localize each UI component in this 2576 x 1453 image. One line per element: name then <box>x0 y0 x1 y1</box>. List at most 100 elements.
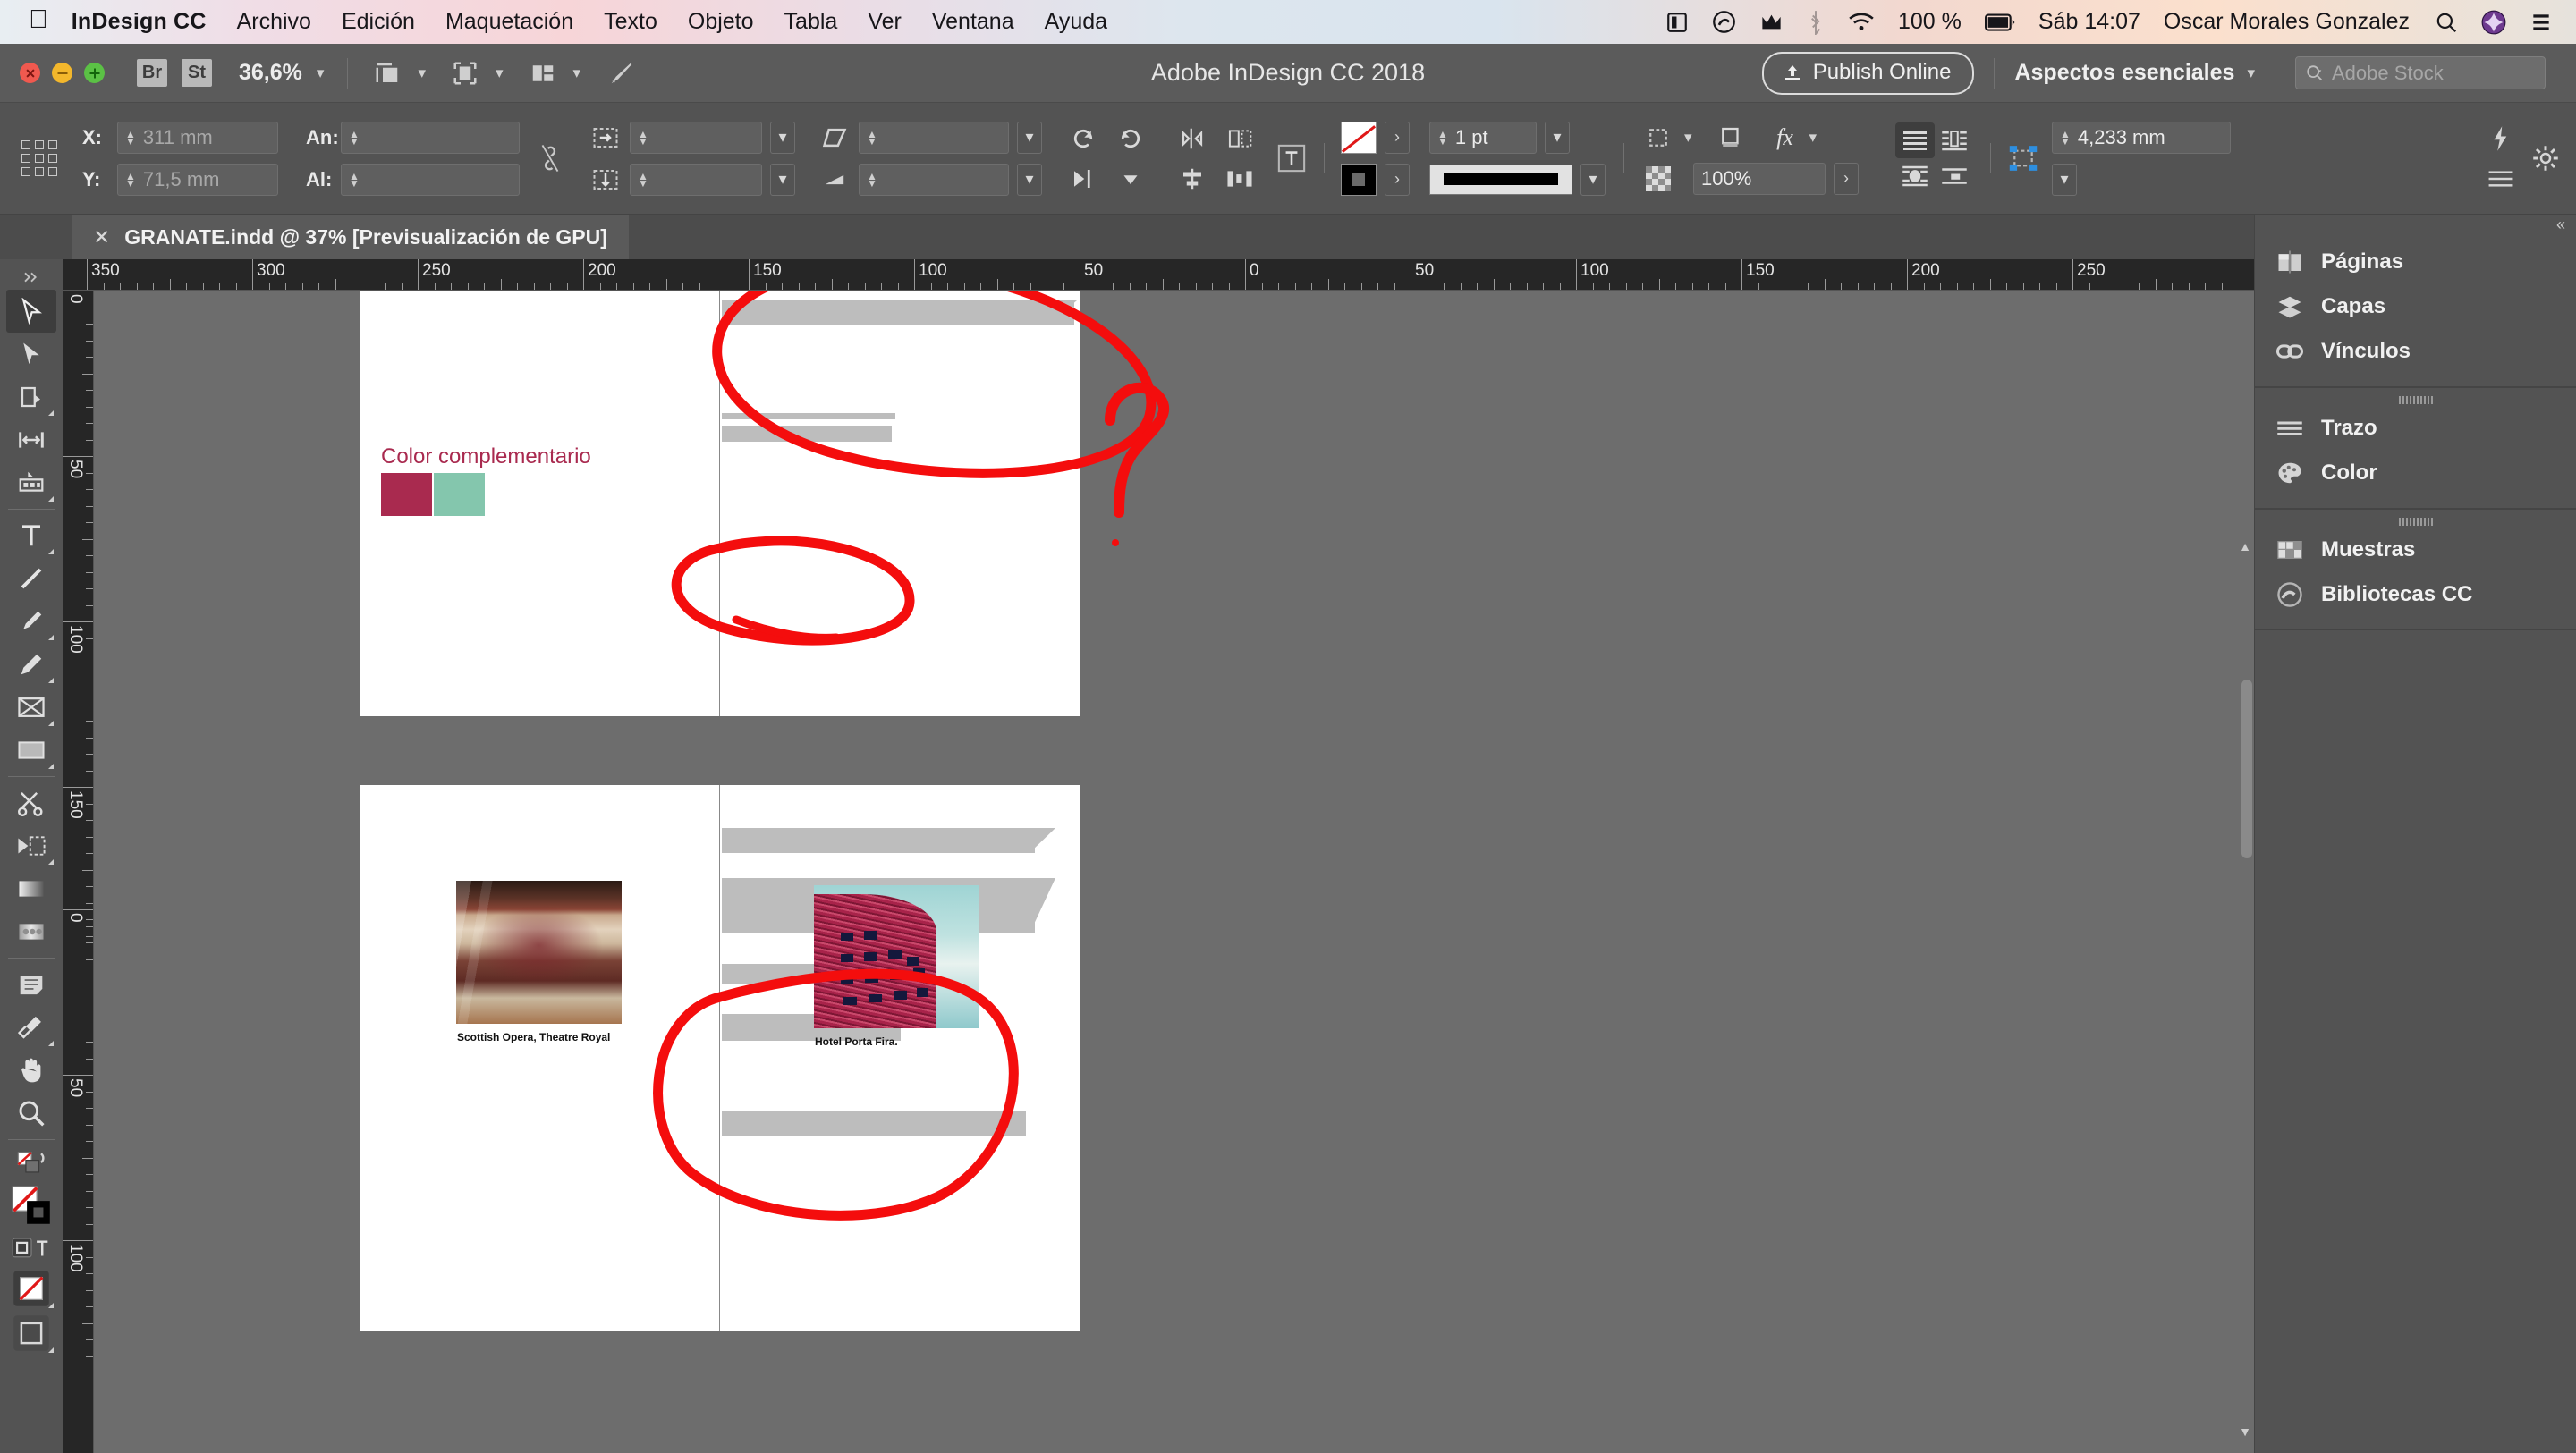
scale-y-stepper[interactable]: ▲ ▼ <box>638 171 648 189</box>
shear-stepper[interactable]: ▲ ▼ <box>867 129 877 147</box>
scale-y-chevron-down-icon[interactable]: ▾ <box>770 163 795 196</box>
reference-point-proxy[interactable] <box>21 140 57 176</box>
gap-input[interactable]: ▲ ▼ 4,233 mm <box>2052 121 2231 154</box>
width-stepper[interactable]: ▲ ▼ <box>349 129 360 147</box>
wrap-none-icon[interactable] <box>1895 122 1935 158</box>
apply-none-more-icon[interactable] <box>48 1303 54 1308</box>
height-input[interactable]: ▲ ▼ <box>341 163 520 196</box>
x-input[interactable]: ▲ ▼ 311 mm <box>117 121 278 154</box>
gradient-swatch-tool[interactable] <box>6 867 56 910</box>
drop-shadow-icon[interactable] <box>1715 122 1747 153</box>
spread-bottom[interactable]: Scottish Opera, Theatre Royal Hotel Port… <box>360 785 1080 1331</box>
panel-group-3-grip[interactable] <box>2255 515 2576 528</box>
menubar-clock[interactable]: Sáb 14:07 <box>2038 9 2140 35</box>
gradient-feather-tool[interactable] <box>6 910 56 953</box>
panel-item-paginas[interactable]: Páginas <box>2255 240 2576 284</box>
y-input[interactable]: ▲ ▼ 71,5 mm <box>117 163 278 196</box>
gap-stepper[interactable]: ▲ ▼ <box>2060 129 2071 147</box>
panel-item-muestras[interactable]: Muestras <box>2255 528 2576 572</box>
view-mode-more-icon[interactable] <box>48 1347 54 1353</box>
vertical-scrollbar-thumb[interactable] <box>2241 680 2252 858</box>
scale-x-chevron-down-icon[interactable]: ▾ <box>770 121 795 154</box>
eyedropper-tool[interactable] <box>6 1006 56 1049</box>
document-tab[interactable]: ✕ GRANATE.indd @ 37% [Previsualización d… <box>72 215 629 259</box>
view-mode-button[interactable] <box>6 1311 56 1356</box>
arrange-chevron-down-icon[interactable]: ▾ <box>573 64 581 82</box>
unlink-proportions-icon[interactable] <box>534 143 566 173</box>
screen-mode-chevron-down-icon[interactable]: ▾ <box>418 64 426 82</box>
stroke-swatch-none[interactable] <box>1341 121 1377 154</box>
line-tool[interactable] <box>6 557 56 600</box>
caption-scottish-opera[interactable]: Scottish Opera, Theatre Royal <box>457 1031 610 1043</box>
frame-view-icon[interactable] <box>449 58 481 89</box>
scroll-up-button[interactable]: ▲ <box>2236 536 2254 556</box>
corner-options-icon[interactable] <box>1642 122 1674 153</box>
display-mirror-icon[interactable] <box>1665 11 1689 34</box>
close-button[interactable] <box>20 63 40 83</box>
malwarebytes-icon[interactable] <box>1759 10 1784 34</box>
gap-tool[interactable] <box>6 418 56 461</box>
hand-tool[interactable] <box>6 1049 56 1092</box>
content-collector-more-icon[interactable] <box>48 496 54 502</box>
adobe-stock-search-input[interactable]: Adobe Stock <box>2295 56 2546 89</box>
shear-angle-stepper[interactable]: ▲ ▼ <box>867 171 877 189</box>
flip-vertical-icon[interactable] <box>589 165 622 195</box>
width-input[interactable]: ▲ ▼ <box>341 121 520 154</box>
shear-angle-icon[interactable] <box>818 165 851 195</box>
flip-h-button[interactable] <box>1176 123 1208 154</box>
stroke-style-chevron-down-icon[interactable]: ▾ <box>1580 163 1606 196</box>
bridge-button[interactable]: Br <box>137 59 167 87</box>
shear-chevron-down-icon[interactable]: ▾ <box>1017 121 1042 154</box>
screen-mode-icon[interactable] <box>371 58 403 89</box>
type-tool-more-icon[interactable] <box>48 549 54 554</box>
minimize-button[interactable] <box>52 63 72 83</box>
panel-item-color[interactable]: Color <box>2255 451 2576 495</box>
photo-hotel-porta-fira[interactable] <box>814 885 979 1028</box>
stroke-weight-stepper[interactable]: ▲ ▼ <box>1437 129 1448 147</box>
control-bar-menu-icon[interactable] <box>2485 164 2517 194</box>
frame-view-chevron-down-icon[interactable]: ▾ <box>496 64 504 82</box>
close-tab-icon[interactable]: ✕ <box>93 225 110 249</box>
gray-bar-bottom-5[interactable] <box>722 1111 1026 1136</box>
rotate-clockwise-icon[interactable] <box>1114 123 1147 154</box>
fill-swatch-black[interactable] <box>1341 163 1377 196</box>
wrap-jump-object-icon[interactable] <box>1935 158 1974 194</box>
rectangle-frame-tool[interactable] <box>6 686 56 729</box>
panel-item-trazo[interactable]: Trazo <box>2255 406 2576 451</box>
content-collector-tool[interactable] <box>6 461 56 504</box>
wrap-object-shape-icon[interactable] <box>1895 158 1935 194</box>
panel-item-capas[interactable]: Capas <box>2255 284 2576 329</box>
fit-content-icon[interactable] <box>1114 164 1147 194</box>
shear-angle-chevron-down-icon[interactable]: ▾ <box>1017 163 1042 196</box>
zoom-tool[interactable] <box>6 1092 56 1135</box>
page-tool-more-icon[interactable] <box>48 410 54 416</box>
menubar-app-name[interactable]: InDesign CC <box>72 9 207 35</box>
distribute-objects-icon[interactable] <box>1224 164 1256 194</box>
gray-bar-top-1[interactable] <box>722 300 1074 325</box>
swatch-primary[interactable] <box>381 473 432 516</box>
fill-stroke-mini-controls[interactable] <box>6 1145 56 1180</box>
apply-none-button[interactable] <box>6 1266 56 1311</box>
pen-tool-more-icon[interactable] <box>48 635 54 640</box>
notification-center-icon[interactable] <box>2529 12 2553 33</box>
toolbar-expand-icon[interactable] <box>6 265 56 290</box>
publish-online-button[interactable]: Publish Online <box>1761 51 1975 95</box>
selection-tool[interactable] <box>6 290 56 333</box>
gray-bar-top-3[interactable] <box>722 426 892 442</box>
gray-triangle-bottom-2[interactable] <box>1030 878 1055 932</box>
control-panel-gear-icon[interactable] <box>2529 143 2562 173</box>
siri-icon[interactable] <box>2481 10 2506 35</box>
type-tool[interactable] <box>6 514 56 557</box>
text-frame-icon[interactable] <box>1275 143 1308 173</box>
gray-triangle-bottom-1[interactable] <box>1030 828 1055 852</box>
direct-selection-tool[interactable] <box>6 333 56 376</box>
stroke-style-select[interactable] <box>1429 164 1572 195</box>
spotlight-search-icon[interactable] <box>2435 11 2458 34</box>
formatting-affects-buttons[interactable] <box>6 1230 56 1266</box>
battery-full-icon[interactable] <box>1984 13 2015 32</box>
swatch-complement[interactable] <box>434 473 485 516</box>
shear-input[interactable]: ▲ ▼ <box>859 121 1009 154</box>
creative-cloud-icon[interactable] <box>1712 10 1736 34</box>
frame-fitting-icon[interactable] <box>2007 143 2039 173</box>
pencil-tool-more-icon[interactable] <box>48 678 54 683</box>
